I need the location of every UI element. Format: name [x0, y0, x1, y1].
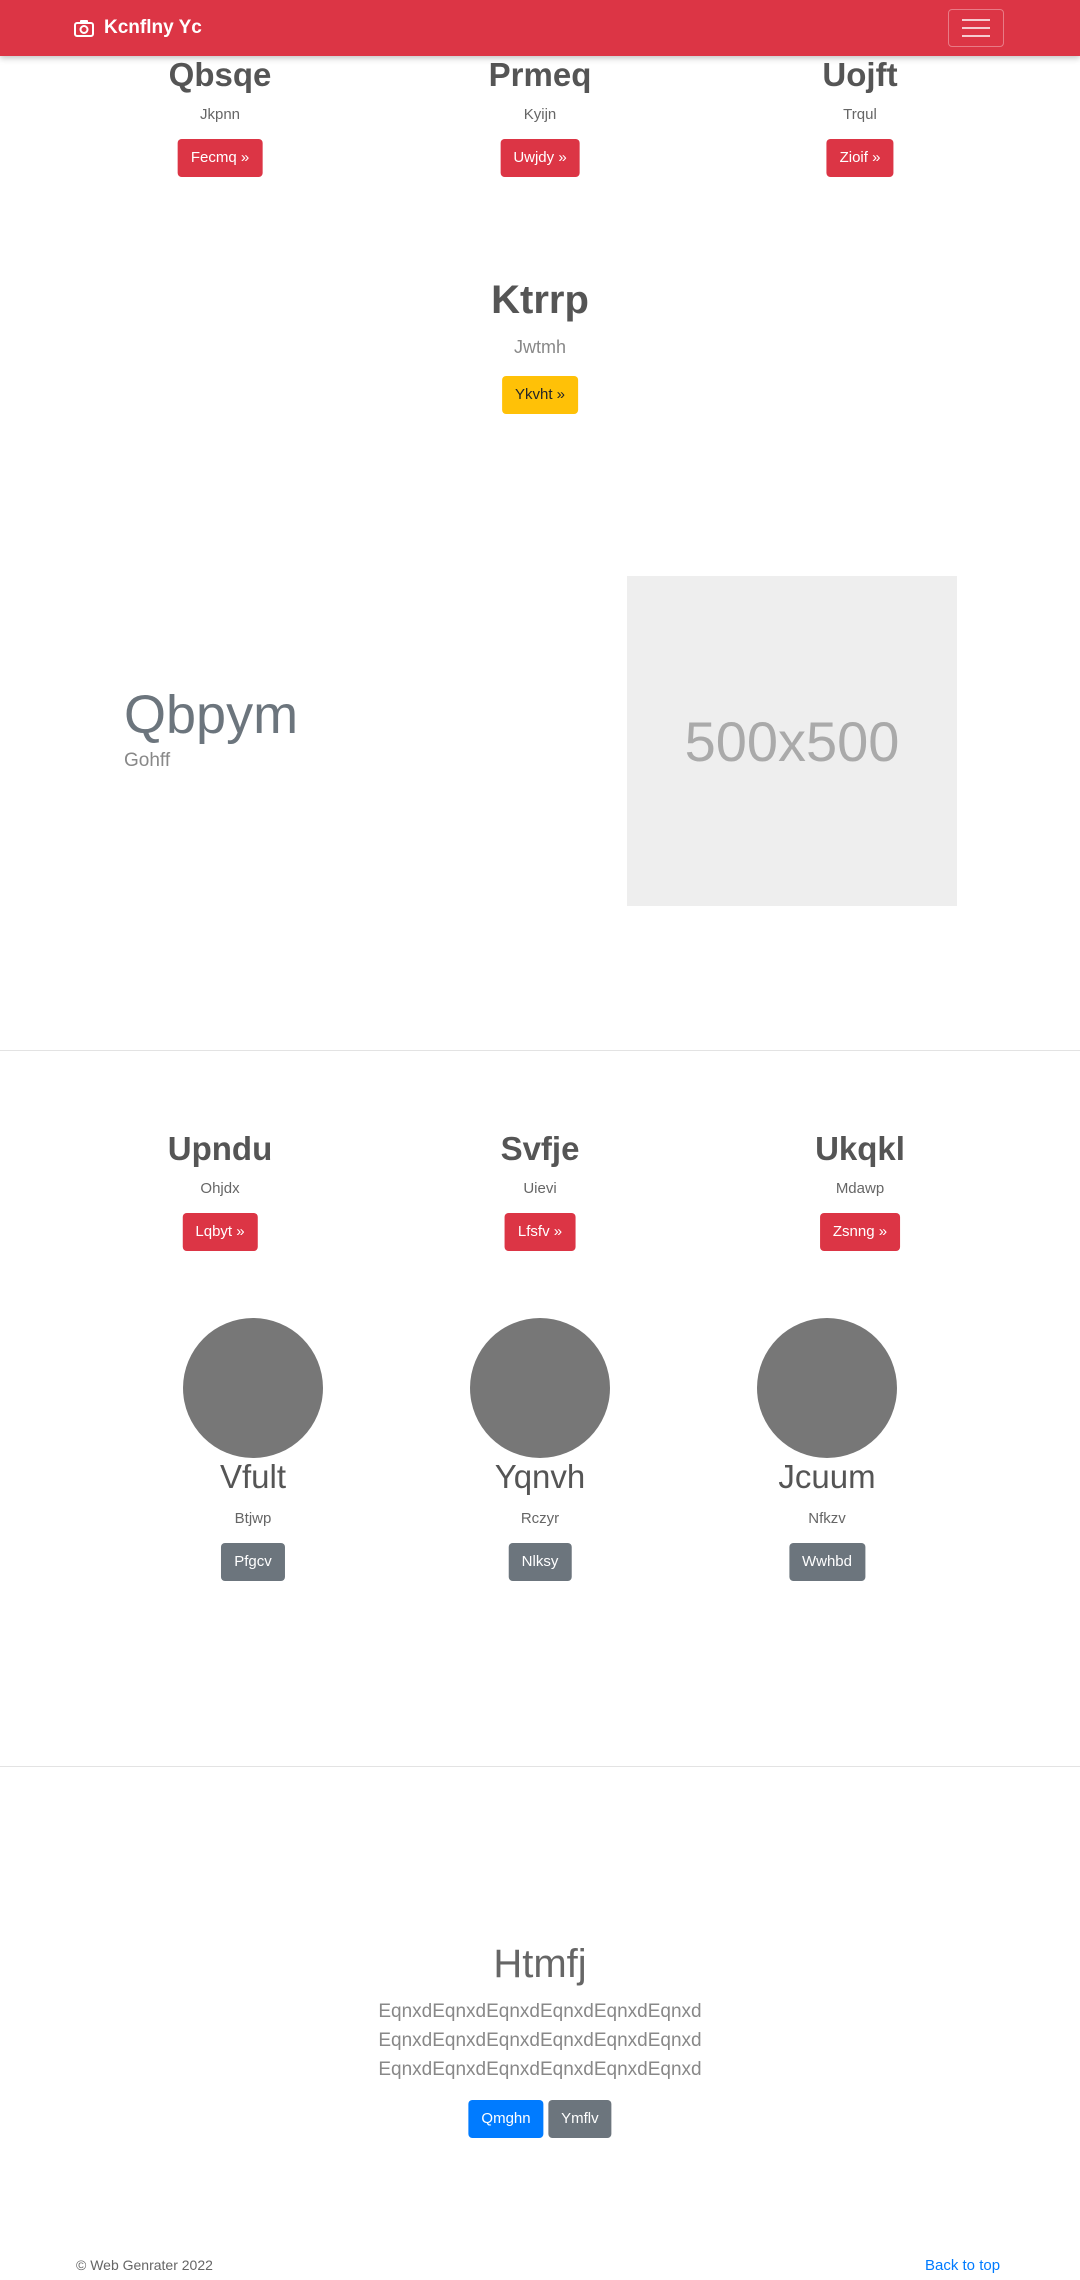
- column-3-button[interactable]: Zioif »: [826, 139, 894, 177]
- circle-column-3-button[interactable]: Wwhbd: [788, 1543, 866, 1581]
- column-subtitle: Kyijn: [523, 106, 557, 123]
- middle-column-2-button[interactable]: Lfsfv »: [504, 1213, 576, 1251]
- brand-name: Kcnflny Yc: [104, 17, 202, 38]
- circle-column-title: Jcuum: [778, 1458, 876, 1495]
- hamburger-icon: [962, 19, 990, 21]
- circle-column-title: Yqnvh: [494, 1458, 586, 1495]
- middle-column-3: Ukqkl Mdawp Zsnng »: [815, 1130, 905, 1251]
- hero-secondary-button[interactable]: Ymflv: [548, 2100, 612, 2138]
- column-title: Svfje: [500, 1130, 580, 1167]
- circle-column-1-button[interactable]: Pfgcv: [221, 1543, 285, 1581]
- circle-column-subtitle: Nfkzv: [808, 1510, 846, 1527]
- top-column-3: Uojft Trqul Zioif »: [822, 56, 898, 177]
- hero-section: Htmfj EqnxdEqnxdEqnxdEqnxdEqnxdEqnxd Eqn…: [378, 1942, 702, 2138]
- image-size-label: 500x500: [684, 709, 900, 773]
- column-1-button[interactable]: Fecmq »: [177, 139, 263, 177]
- top-column-1: Qbsqe Jkpnn Fecmq »: [168, 56, 272, 177]
- column-title: Prmeq: [488, 56, 592, 93]
- feature-text: Qbpym Gohff: [124, 684, 298, 772]
- camera-icon: [74, 20, 94, 37]
- circle-column-2: Yqnvh Rczyr Nlksy: [494, 1458, 586, 1581]
- column-subtitle: Uievi: [523, 1180, 557, 1197]
- feature-image-placeholder: 500x500: [627, 576, 957, 906]
- hero-text-line: EqnxdEqnxdEqnxdEqnxdEqnxdEqnxd: [378, 2001, 702, 2022]
- column-subtitle: Ohjdx: [200, 1180, 240, 1197]
- avatar-circle-2: [470, 1318, 610, 1458]
- center-subtitle: Jwtmh: [513, 337, 566, 357]
- circle-column-2-button[interactable]: Nlksy: [508, 1543, 572, 1581]
- circle-column-subtitle: Btjwp: [234, 1510, 272, 1527]
- column-title: Qbsqe: [168, 56, 272, 93]
- hero-text-line: EqnxdEqnxdEqnxdEqnxdEqnxdEqnxd: [378, 2030, 702, 2051]
- column-subtitle: Trqul: [843, 106, 877, 123]
- circle-column-title: Vfult: [219, 1458, 287, 1495]
- column-title: Ukqkl: [815, 1130, 905, 1167]
- avatar-circle-1: [183, 1318, 323, 1458]
- avatar-circle-3: [757, 1318, 897, 1458]
- navbar: Kcnflny Yc: [0, 0, 1080, 56]
- navbar-toggler-button[interactable]: [948, 9, 1004, 47]
- footer-copyright: © Web Genrater 2022: [76, 2257, 213, 2273]
- brand-link[interactable]: Kcnflny Yc: [74, 14, 202, 42]
- middle-column-1: Upndu Ohjdx Lqbyt »: [168, 1130, 272, 1251]
- column-2-button[interactable]: Uwjdy »: [500, 139, 580, 177]
- center-block: Ktrrp Jwtmh Ykvht »: [491, 278, 589, 414]
- middle-column-2: Svfje Uievi Lfsfv »: [500, 1130, 580, 1251]
- feature-title: Qbpym: [124, 685, 299, 745]
- circle-column-subtitle: Rczyr: [520, 1510, 560, 1527]
- circle-column-1: Vfult Btjwp Pfgcv: [220, 1458, 286, 1581]
- back-to-top-link[interactable]: Back to top: [925, 2257, 1000, 2274]
- hero-text-line: EqnxdEqnxdEqnxdEqnxdEqnxdEqnxd: [378, 2059, 702, 2080]
- section-divider: [0, 1766, 1080, 1767]
- hero-title: Htmfj: [493, 1942, 587, 1986]
- hero-primary-button[interactable]: Qmghn: [468, 2100, 544, 2138]
- middle-column-3-button[interactable]: Zsnng »: [819, 1213, 901, 1251]
- middle-column-1-button[interactable]: Lqbyt »: [182, 1213, 258, 1251]
- column-title: Uojft: [822, 56, 898, 93]
- column-subtitle: Mdawp: [835, 1180, 885, 1197]
- feature-subtitle: Gohff: [124, 750, 171, 771]
- column-subtitle: Jkpnn: [199, 106, 241, 123]
- section-divider: [0, 1050, 1080, 1051]
- top-column-2: Prmeq Kyijn Uwjdy »: [488, 56, 592, 177]
- center-button[interactable]: Ykvht »: [501, 376, 579, 414]
- column-title: Upndu: [167, 1130, 273, 1167]
- circle-column-3: Jcuum Nfkzv Wwhbd: [778, 1458, 876, 1581]
- center-title: Ktrrp: [491, 278, 589, 322]
